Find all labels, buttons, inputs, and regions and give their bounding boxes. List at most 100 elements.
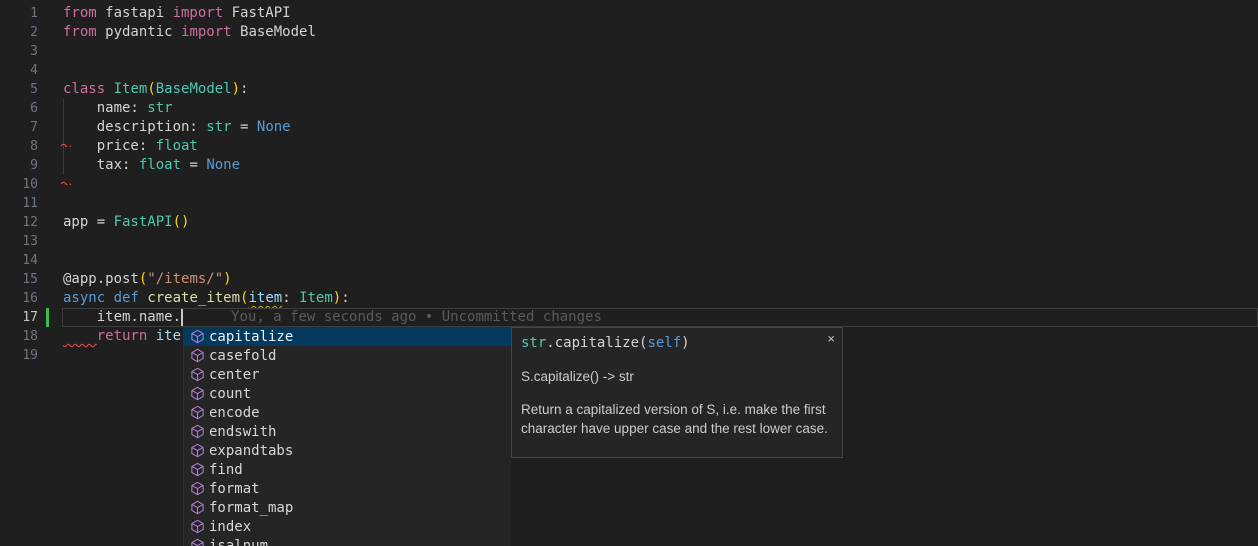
code-token: : <box>282 290 299 306</box>
code-token: = <box>181 157 206 173</box>
symbol-method-icon <box>189 386 205 402</box>
line-number[interactable]: 7 <box>0 118 38 137</box>
suggest-item[interactable]: endswith <box>184 422 511 441</box>
code-line[interactable]: 1 from fastapi import FastAPI <box>0 4 1258 23</box>
suggest-item-label: isalnum <box>209 538 268 546</box>
line-number[interactable]: 2 <box>0 23 38 42</box>
code-line-content: item.name.You, a few seconds ago • Uncom… <box>63 308 1258 327</box>
code-line[interactable]: 12app = FastAPI() <box>0 213 1258 232</box>
suggest-item-label: find <box>209 462 243 478</box>
code-token: Item <box>299 290 333 306</box>
code-token: price: <box>63 138 156 154</box>
gutter-decoration <box>38 80 63 99</box>
code-line-content <box>63 42 1258 61</box>
code-line[interactable]: 6 name: str <box>0 99 1258 118</box>
code-line-content: from fastapi import FastAPI <box>63 4 1258 23</box>
close-icon[interactable]: × <box>827 332 835 345</box>
code-token: BaseModel <box>156 81 232 97</box>
line-number[interactable]: 19 <box>0 346 38 365</box>
line-number[interactable]: 13 <box>0 232 38 251</box>
code-line[interactable]: 8 price: float <box>0 137 1258 156</box>
code-token: .capitalize( <box>546 335 647 351</box>
suggest-item-label: format_map <box>209 500 293 516</box>
code-line-content: from pydantic import BaseModel <box>63 23 1258 42</box>
suggest-item-label: index <box>209 519 251 535</box>
line-number[interactable]: 9 <box>0 156 38 175</box>
code-line[interactable]: 11 <box>0 194 1258 213</box>
code-token: ) <box>223 271 231 287</box>
code-token: create_item <box>147 290 240 306</box>
suggest-item[interactable]: find <box>184 460 511 479</box>
symbol-method-icon <box>189 405 205 421</box>
suggest-item[interactable]: isalnum <box>184 536 511 546</box>
suggest-item-label: center <box>209 367 260 383</box>
code-line-content <box>63 175 1258 194</box>
code-line[interactable]: 3 <box>0 42 1258 61</box>
code-line[interactable]: 2 from pydantic import BaseModel <box>0 23 1258 42</box>
code-token: str <box>521 335 546 351</box>
line-number[interactable]: 8 <box>0 137 38 156</box>
code-token: str <box>147 100 172 116</box>
suggest-item[interactable]: capitalize <box>184 327 511 346</box>
suggest-item-label: endswith <box>209 424 276 440</box>
code-line[interactable]: 13 <box>0 232 1258 251</box>
code-token: None <box>257 119 291 135</box>
code-token <box>105 81 113 97</box>
code-line[interactable]: 9 tax: float = None <box>0 156 1258 175</box>
line-number[interactable]: 1 <box>0 4 38 23</box>
code-token: float <box>139 157 181 173</box>
suggest-item[interactable]: count <box>184 384 511 403</box>
line-number[interactable]: 12 <box>0 213 38 232</box>
code-line[interactable]: 10 <box>0 175 1258 194</box>
line-number[interactable]: 5 <box>0 80 38 99</box>
symbol-method-icon <box>189 481 205 497</box>
error-squiggle <box>61 172 71 177</box>
suggest-item[interactable]: index <box>184 517 511 536</box>
suggest-item[interactable]: expandtabs <box>184 441 511 460</box>
code-token: name: <box>63 100 147 116</box>
code-line[interactable]: 14 <box>0 251 1258 270</box>
gutter-decoration <box>38 99 63 118</box>
suggest-item[interactable]: center <box>184 365 511 384</box>
code-token: class <box>63 81 105 97</box>
code-line-content <box>63 194 1258 213</box>
code-token: None <box>206 157 240 173</box>
line-number[interactable]: 11 <box>0 194 38 213</box>
docs-summary: S.capitalize() -> str <box>521 367 833 386</box>
suggest-item[interactable]: format <box>184 479 511 498</box>
code-line[interactable]: 5class Item(BaseModel): <box>0 80 1258 99</box>
code-line[interactable]: 17 item.name.You, a few seconds ago • Un… <box>0 308 1258 327</box>
line-number[interactable]: 6 <box>0 99 38 118</box>
line-number[interactable]: 17 <box>0 308 38 327</box>
suggest-item[interactable]: casefold <box>184 346 511 365</box>
gutter-decoration <box>38 137 63 156</box>
line-number[interactable]: 4 <box>0 61 38 80</box>
code-token: : <box>240 81 248 97</box>
symbol-method-icon <box>189 500 205 516</box>
code-token: @app.post <box>63 271 139 287</box>
code-line[interactable]: 15@app.post("/items/") <box>0 270 1258 289</box>
suggest-item[interactable]: encode <box>184 403 511 422</box>
suggest-item[interactable]: format_map <box>184 498 511 517</box>
code-token: float <box>156 138 198 154</box>
code-token: app = <box>63 214 114 230</box>
code-line-content: description: str = None <box>63 118 1258 137</box>
gutter-decoration <box>38 232 63 251</box>
line-number[interactable]: 18 <box>0 327 38 346</box>
line-number[interactable]: 14 <box>0 251 38 270</box>
code-token: = <box>232 119 257 135</box>
code-token: def <box>114 290 139 306</box>
gutter-decoration <box>38 23 63 42</box>
code-token: BaseModel <box>232 24 316 40</box>
suggest-item-label: expandtabs <box>209 443 293 459</box>
line-number[interactable]: 16 <box>0 289 38 308</box>
text-cursor <box>181 309 183 326</box>
line-number[interactable]: 10 <box>0 175 38 194</box>
code-line[interactable]: 7 description: str = None <box>0 118 1258 137</box>
code-line[interactable]: 4 <box>0 61 1258 80</box>
line-number[interactable]: 3 <box>0 42 38 61</box>
code-line[interactable]: 16async def create_item(item: Item): <box>0 289 1258 308</box>
line-number[interactable]: 15 <box>0 270 38 289</box>
gutter-decoration <box>38 42 63 61</box>
gutter-decoration <box>38 4 63 23</box>
